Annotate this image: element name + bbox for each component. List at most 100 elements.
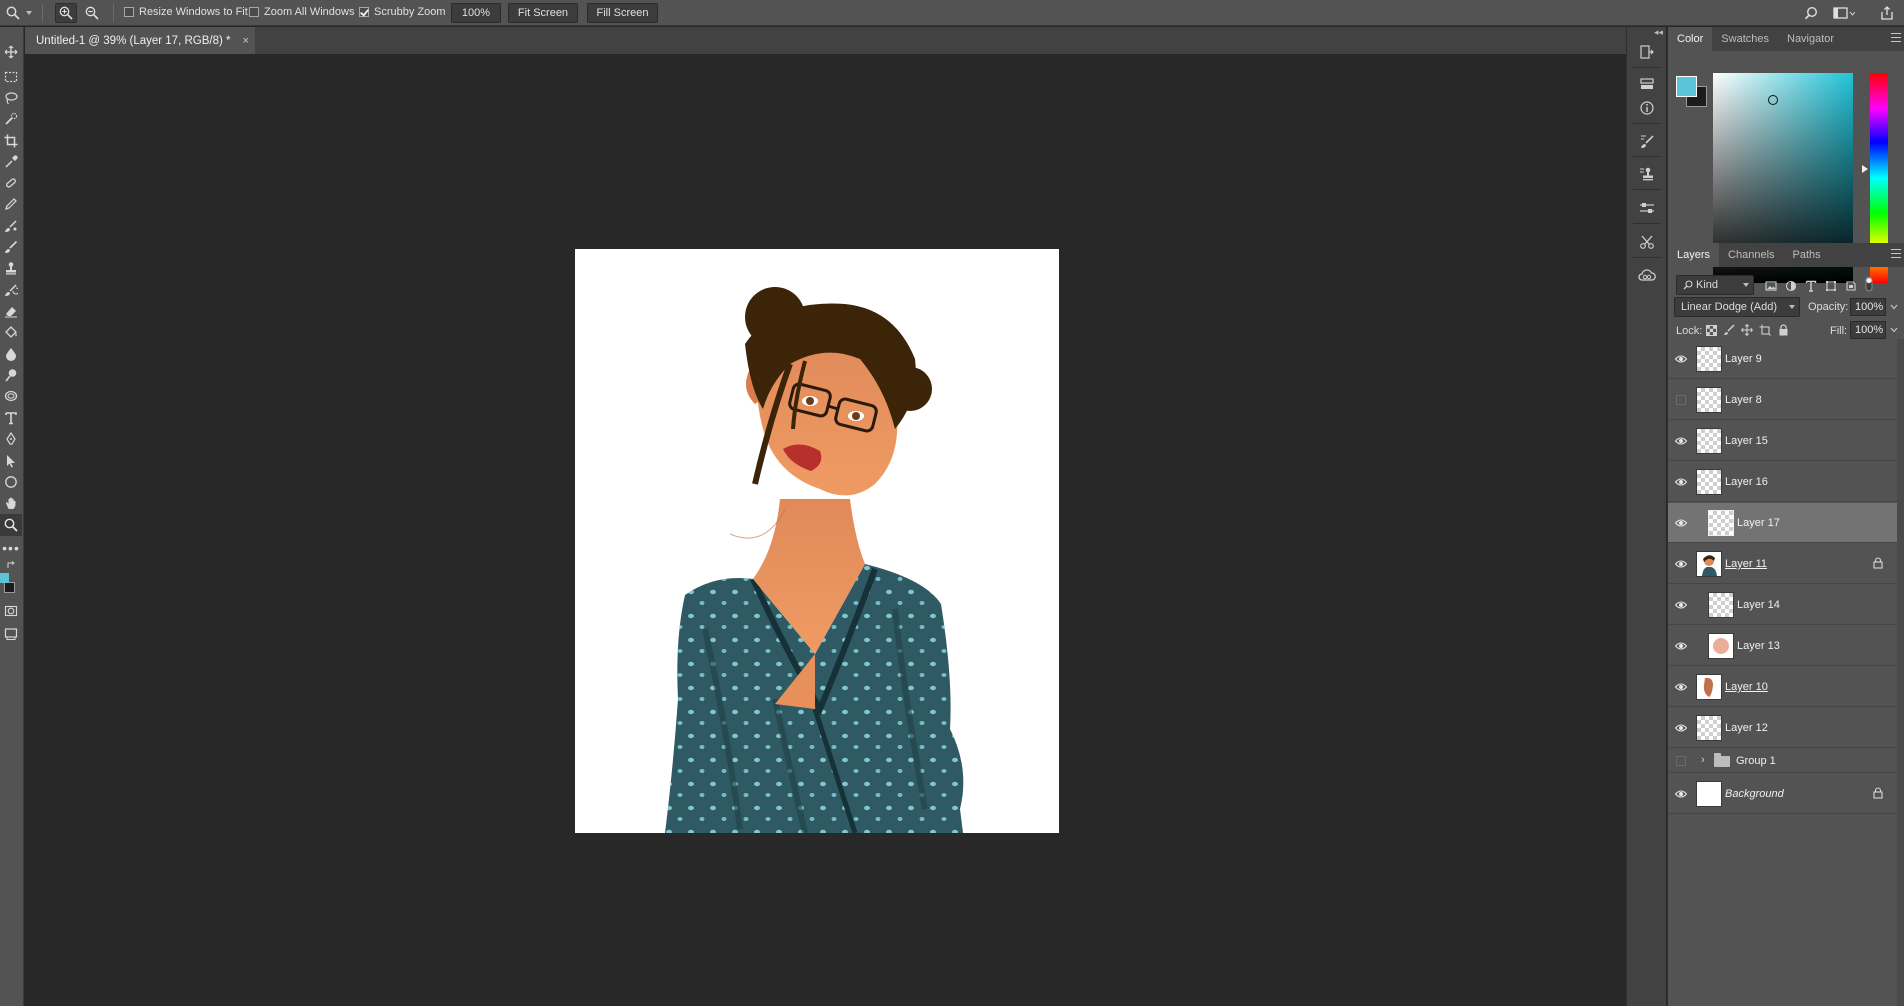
opacity-chevron-down-icon[interactable] [1886, 299, 1902, 315]
layer-row[interactable]: Layer 8 [1668, 380, 1897, 420]
libraries-panel-button[interactable] [1633, 263, 1661, 289]
layer-thumbnail[interactable] [1696, 551, 1722, 577]
visibility-toggle-empty[interactable] [1676, 395, 1686, 405]
layer-thumbnail[interactable] [1708, 510, 1734, 536]
checkbox-box[interactable] [359, 7, 369, 17]
resize-windows-checkbox[interactable]: Resize Windows to Fit [124, 6, 248, 18]
layer-thumbnail[interactable] [1708, 592, 1734, 618]
zoom-all-windows-checkbox[interactable]: Zoom All Windows [249, 6, 354, 18]
lock-image-pixels-button[interactable] [1721, 322, 1737, 338]
screen-mode-button[interactable] [0, 623, 22, 645]
layer-thumbnail[interactable] [1708, 633, 1734, 659]
paint-bucket-tool[interactable] [0, 321, 22, 343]
document-tab[interactable]: Untitled-1 @ 39% (Layer 17, RGB/8) * × [25, 27, 255, 54]
lock-transparent-pixels-button[interactable] [1703, 322, 1719, 338]
visibility-eye-icon[interactable] [1674, 639, 1688, 653]
layer-name[interactable]: Layer 12 [1725, 722, 1768, 734]
tab-paths[interactable]: Paths [1784, 243, 1830, 267]
scrubby-zoom-checkbox[interactable]: Scrubby Zoom [359, 6, 446, 18]
layer-row[interactable]: Layer 9 [1668, 339, 1897, 379]
visibility-toggle-empty[interactable] [1676, 756, 1686, 766]
eyedropper-tool[interactable] [0, 151, 22, 173]
color-picker-cursor[interactable] [1768, 95, 1778, 105]
type-tool[interactable] [0, 407, 22, 429]
history-brush-tool[interactable] [0, 279, 22, 301]
tool-preset-picker[interactable] [6, 3, 36, 23]
workspace-switcher[interactable] [1830, 4, 1858, 22]
eraser-tool[interactable] [0, 300, 22, 322]
tab-navigator[interactable]: Navigator [1778, 27, 1843, 51]
layer-row[interactable]: Layer 11 [1668, 544, 1897, 584]
visibility-eye-icon[interactable] [1674, 680, 1688, 694]
quick-mask-button[interactable] [0, 600, 22, 622]
sponge-tool[interactable] [0, 385, 22, 407]
share-button[interactable] [1878, 4, 1896, 22]
edit-toolbar-button[interactable]: ••• [0, 537, 22, 559]
quick-selection-tool[interactable] [0, 108, 22, 130]
move-tool[interactable] [0, 41, 22, 63]
tab-swatches[interactable]: Swatches [1712, 27, 1778, 51]
hue-slider-arrow[interactable] [1862, 165, 1868, 173]
layer-thumbnail[interactable] [1696, 387, 1722, 413]
filter-toggle-switch[interactable] [1861, 276, 1877, 292]
chevron-right-icon[interactable]: › [1701, 754, 1705, 766]
layer-name[interactable]: Layer 11 [1725, 558, 1767, 570]
visibility-eye-icon[interactable] [1674, 516, 1688, 530]
info-panel-button[interactable] [1633, 95, 1661, 121]
layer-name[interactable]: Layer 14 [1737, 599, 1780, 611]
layer-filter-kind-dropdown[interactable]: Kind [1676, 275, 1754, 295]
layers-scrollbar[interactable] [1897, 339, 1904, 1006]
layer-name[interactable]: Layer 17 [1737, 517, 1780, 529]
layer-row[interactable]: ↲Layer 13 [1668, 626, 1897, 666]
foreground-color-chip[interactable] [1676, 76, 1697, 97]
layer-thumbnail[interactable] [1696, 346, 1722, 372]
document-canvas[interactable] [575, 249, 1059, 833]
fill-input[interactable]: 100% [1850, 321, 1886, 339]
tab-layers[interactable]: Layers [1668, 243, 1720, 267]
layer-name[interactable]: Layer 13 [1737, 640, 1780, 652]
ellipse-tool[interactable] [0, 471, 22, 493]
layer-name[interactable]: Layer 9 [1725, 353, 1762, 365]
search-button[interactable] [1802, 4, 1820, 22]
zoom-100-button[interactable]: 100% [451, 3, 501, 23]
marquee-tool[interactable] [0, 66, 22, 88]
lock-artboard-button[interactable] [1757, 322, 1773, 338]
blend-mode-dropdown[interactable]: Linear Dodge (Add) [1674, 297, 1800, 317]
layer-name[interactable]: Layer 10 [1725, 681, 1768, 693]
fit-screen-button[interactable]: Fit Screen [508, 3, 578, 23]
layer-name[interactable]: Layer 15 [1725, 435, 1768, 447]
healing-brush-tool[interactable] [0, 172, 22, 194]
visibility-eye-icon[interactable] [1674, 557, 1688, 571]
canvas-workspace[interactable] [25, 54, 1626, 1006]
close-tab-icon[interactable]: × [242, 35, 248, 47]
fill-chevron-down-icon[interactable] [1886, 322, 1902, 338]
tools-panel-button[interactable] [1633, 229, 1661, 255]
zoom-out-button[interactable] [81, 3, 103, 23]
dodge-tool[interactable] [0, 364, 22, 386]
panel-menu-icon[interactable] [1891, 249, 1901, 258]
layer-name[interactable]: Group 1 [1736, 755, 1776, 767]
brush-tool[interactable] [0, 236, 22, 258]
lock-all-button[interactable] [1775, 322, 1791, 338]
layer-thumbnail[interactable] [1696, 428, 1722, 454]
layer-name[interactable]: Layer 8 [1725, 394, 1762, 406]
swap-colors-button[interactable] [0, 558, 22, 572]
history-panel-button[interactable] [1633, 39, 1661, 65]
layer-name[interactable]: Layer 16 [1725, 476, 1768, 488]
zoom-in-button[interactable] [55, 3, 77, 23]
blur-tool[interactable] [0, 343, 22, 365]
panel-menu-icon[interactable] [1891, 33, 1901, 42]
visibility-eye-icon[interactable] [1674, 475, 1688, 489]
background-color-swatch[interactable] [4, 582, 15, 593]
layer-row[interactable]: ↲Layer 14 [1668, 585, 1897, 625]
visibility-eye-icon[interactable] [1674, 434, 1688, 448]
visibility-eye-icon[interactable] [1674, 721, 1688, 735]
filter-type-layers-button[interactable] [1803, 278, 1819, 294]
layer-row[interactable]: Layer 12 [1668, 708, 1897, 748]
zoom-tool[interactable] [0, 514, 22, 536]
opacity-input[interactable]: 100% [1850, 298, 1886, 316]
layer-thumbnail[interactable] [1696, 781, 1722, 807]
mixer-brush-tool[interactable] [0, 215, 22, 237]
layer-row[interactable]: Layer 15 [1668, 421, 1897, 461]
checkbox-box[interactable] [124, 7, 134, 17]
